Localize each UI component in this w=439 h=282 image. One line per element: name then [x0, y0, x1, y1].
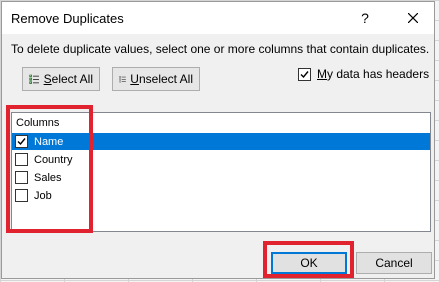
column-item-label: Country	[34, 153, 73, 166]
remove-duplicates-dialog: Remove Duplicates ? To delete duplicate …	[1, 1, 435, 279]
cancel-button[interactable]: Cancel	[356, 252, 432, 274]
column-checkbox[interactable]	[15, 171, 28, 184]
title-bar: Remove Duplicates ?	[2, 2, 434, 34]
column-item-label: Sales	[34, 171, 62, 184]
unselect-all-button[interactable]: Unselect All	[112, 67, 200, 91]
column-item-job[interactable]: Job	[12, 187, 430, 204]
select-all-label: Select All	[43, 72, 93, 86]
column-item-country[interactable]: Country	[12, 151, 430, 168]
unselect-all-icon	[119, 76, 126, 83]
ok-button[interactable]: OK	[271, 252, 347, 274]
column-item-sales[interactable]: Sales	[12, 169, 430, 186]
column-item-label: Name	[34, 135, 64, 148]
columns-list[interactable]: Columns Name Country Sales Job	[11, 112, 431, 232]
select-all-icon	[29, 74, 39, 84]
checkmark-icon	[300, 70, 309, 78]
column-item-label: Job	[34, 189, 52, 202]
column-checkbox[interactable]	[15, 135, 28, 148]
select-all-button[interactable]: Select All	[22, 67, 100, 91]
checkmark-icon	[17, 138, 26, 146]
column-item-name[interactable]: Name	[12, 133, 430, 150]
column-checkbox[interactable]	[15, 153, 28, 166]
unselect-all-label: Unselect All	[130, 72, 193, 86]
help-button[interactable]: ?	[354, 8, 376, 28]
instructions-text: To delete duplicate values, select one o…	[11, 42, 430, 56]
column-checkbox[interactable]	[15, 189, 28, 202]
headers-checkbox-label: My data has headers	[317, 67, 430, 81]
close-button[interactable]	[402, 8, 424, 28]
dialog-title: Remove Duplicates	[11, 11, 124, 26]
close-icon	[407, 12, 419, 24]
headers-checkbox-box[interactable]	[298, 67, 311, 81]
my-data-has-headers-checkbox[interactable]: My data has headers	[298, 67, 429, 81]
columns-list-header: Columns	[16, 117, 60, 129]
